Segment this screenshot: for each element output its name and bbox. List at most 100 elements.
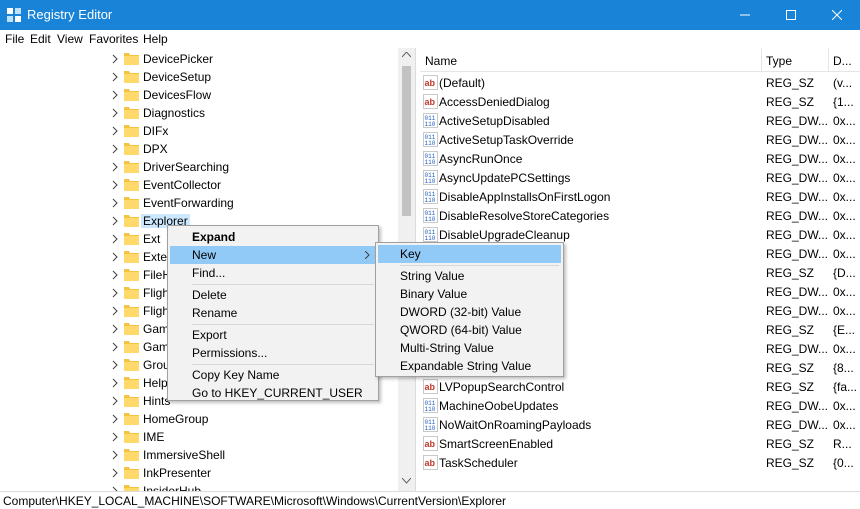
menu-item-permissions[interactable]: Permissions... bbox=[170, 344, 376, 362]
column-type[interactable]: Type bbox=[766, 54, 792, 68]
menu-item-find[interactable]: Find... bbox=[170, 264, 376, 282]
chevron-right-icon[interactable] bbox=[110, 144, 120, 154]
string-value-icon: ab bbox=[423, 379, 438, 394]
minimize-button[interactable] bbox=[722, 0, 768, 30]
value-row[interactable]: 011 110 ActiveSetupDisabled REG_DW... 0x... bbox=[420, 111, 860, 130]
scroll-down-icon[interactable] bbox=[402, 478, 411, 484]
minimize-icon bbox=[740, 14, 750, 16]
menu-item-string-value[interactable]: String Value bbox=[378, 267, 561, 285]
menu-view[interactable]: View bbox=[57, 32, 83, 46]
chevron-right-icon[interactable] bbox=[110, 270, 120, 280]
menu-item-label: String Value bbox=[400, 269, 465, 283]
menu-help[interactable]: Help bbox=[143, 32, 168, 46]
chevron-right-icon[interactable] bbox=[110, 90, 120, 100]
value-row[interactable]: 011 110 AsyncRunOnce REG_DW... 0x... bbox=[420, 149, 860, 168]
tree-item-devicepicker[interactable]: DevicePicker bbox=[0, 50, 415, 68]
chevron-right-icon[interactable] bbox=[110, 234, 120, 244]
column-data[interactable]: D... bbox=[833, 54, 852, 68]
chevron-right-icon[interactable] bbox=[110, 72, 120, 82]
tree-item-insiderhub[interactable]: InsiderHub bbox=[0, 482, 415, 491]
menu-file[interactable]: File bbox=[5, 32, 24, 46]
chevron-right-icon[interactable] bbox=[110, 288, 120, 298]
menu-item-label: New bbox=[192, 248, 217, 262]
value-name: DisableAppInstallsOnFirstLogon bbox=[439, 190, 611, 204]
menu-item-rename[interactable]: Rename bbox=[170, 304, 376, 322]
value-name: NoWaitOnRoamingPayloads bbox=[439, 418, 592, 432]
chevron-right-icon[interactable] bbox=[110, 378, 120, 388]
value-row[interactable]: 011 110 ActiveSetupTaskOverride REG_DW... 0x… bbox=[420, 130, 860, 149]
tree-item-inkpresenter[interactable]: InkPresenter bbox=[0, 464, 415, 482]
menu-item-export[interactable]: Export bbox=[170, 326, 376, 344]
menu-item-key[interactable]: Key bbox=[378, 245, 561, 263]
value-row[interactable]: 011 110 NoWaitOnRoamingPayloads REG_DW... 0x… bbox=[420, 415, 860, 434]
chevron-right-icon[interactable] bbox=[110, 396, 120, 406]
value-row[interactable]: ab LVPopupSearchControl REG_SZ {fa... bbox=[420, 377, 860, 396]
chevron-right-icon[interactable] bbox=[110, 360, 120, 370]
menu-edit[interactable]: Edit bbox=[30, 32, 51, 46]
value-row[interactable]: 011 110 DisableAppInstallsOnFirstLogon REG_… bbox=[420, 187, 860, 206]
chevron-right-icon[interactable] bbox=[110, 54, 120, 64]
chevron-right-icon[interactable] bbox=[110, 468, 120, 478]
scroll-thumb[interactable] bbox=[402, 66, 411, 216]
tree-item-label: InkPresenter bbox=[143, 466, 212, 480]
tree-item-eventcollector[interactable]: EventCollector bbox=[0, 176, 415, 194]
chevron-right-icon[interactable] bbox=[110, 162, 120, 172]
chevron-right-icon[interactable] bbox=[110, 216, 120, 226]
menu-bar: File Edit View Favorites Help bbox=[0, 30, 860, 48]
tree-item-devicesflow[interactable]: DevicesFlow bbox=[0, 86, 415, 104]
chevron-right-icon[interactable] bbox=[110, 450, 120, 460]
menu-item-binary-value[interactable]: Binary Value bbox=[378, 285, 561, 303]
menu-item-delete[interactable]: Delete bbox=[170, 286, 376, 304]
menu-item-qword-64-bit-value[interactable]: QWORD (64-bit) Value bbox=[378, 321, 561, 339]
chevron-right-icon[interactable] bbox=[110, 342, 120, 352]
folder-icon bbox=[124, 125, 139, 137]
menu-item-new[interactable]: New bbox=[170, 246, 376, 264]
chevron-right-icon[interactable] bbox=[110, 432, 120, 442]
tree-item-driversearching[interactable]: DriverSearching bbox=[0, 158, 415, 176]
value-row[interactable]: ab (Default) REG_SZ (v... bbox=[420, 73, 860, 92]
tree-item-immersiveshell[interactable]: ImmersiveShell bbox=[0, 446, 415, 464]
chevron-right-icon[interactable] bbox=[110, 126, 120, 136]
tree-item-devicesetup[interactable]: DeviceSetup bbox=[0, 68, 415, 86]
tree-item-diagnostics[interactable]: Diagnostics bbox=[0, 104, 415, 122]
svg-text:110: 110 bbox=[425, 235, 436, 242]
chevron-right-icon[interactable] bbox=[110, 198, 120, 208]
tree-item-eventforwarding[interactable]: EventForwarding bbox=[0, 194, 415, 212]
scroll-up-icon[interactable] bbox=[402, 52, 411, 58]
chevron-right-icon[interactable] bbox=[110, 180, 120, 190]
menu-favorites[interactable]: Favorites bbox=[89, 32, 138, 46]
menu-item-label: Rename bbox=[192, 306, 238, 320]
menu-item-copy-key-name[interactable]: Copy Key Name bbox=[170, 366, 376, 384]
svg-text:110: 110 bbox=[425, 159, 436, 166]
maximize-button[interactable] bbox=[768, 0, 814, 30]
menu-item-label: Go to HKEY_CURRENT_USER bbox=[192, 386, 363, 400]
status-bar: Computer\HKEY_LOCAL_MACHINE\SOFTWARE\Mic… bbox=[0, 491, 860, 509]
value-row[interactable]: ab AccessDeniedDialog REG_SZ {1... bbox=[420, 92, 860, 111]
tree-item-homegroup[interactable]: HomeGroup bbox=[0, 410, 415, 428]
value-row[interactable]: ab TaskScheduler REG_SZ {0... bbox=[420, 453, 860, 472]
value-row[interactable]: 011 110 DisableResolveStoreCategories REG_D… bbox=[420, 206, 860, 225]
tree-item-difx[interactable]: DIFx bbox=[0, 122, 415, 140]
close-button[interactable] bbox=[814, 0, 860, 30]
chevron-right-icon[interactable] bbox=[110, 108, 120, 118]
tree-item-dpx[interactable]: DPX bbox=[0, 140, 415, 158]
menu-item-label: Key bbox=[400, 247, 421, 261]
chevron-right-icon[interactable] bbox=[110, 306, 120, 316]
folder-icon bbox=[124, 359, 139, 371]
menu-item-go-to-hkey-current-user[interactable]: Go to HKEY_CURRENT_USER bbox=[170, 384, 376, 402]
column-name[interactable]: Name bbox=[425, 54, 457, 68]
menu-item-multi-string-value[interactable]: Multi-String Value bbox=[378, 339, 561, 357]
chevron-right-icon[interactable] bbox=[110, 252, 120, 262]
value-name: DisableUpgradeCleanup bbox=[439, 228, 570, 242]
value-name: SmartScreenEnabled bbox=[439, 437, 554, 451]
chevron-right-icon[interactable] bbox=[110, 414, 120, 424]
menu-item-dword-32-bit-value[interactable]: DWORD (32-bit) Value bbox=[378, 303, 561, 321]
menu-item-expandable-string-value[interactable]: Expandable String Value bbox=[378, 357, 561, 375]
value-name: AsyncRunOnce bbox=[439, 152, 523, 166]
menu-item-expand[interactable]: Expand bbox=[170, 228, 376, 246]
value-row[interactable]: 011 110 AsyncUpdatePCSettings REG_DW... 0x..… bbox=[420, 168, 860, 187]
value-row[interactable]: 011 110 MachineOobeUpdates REG_DW... 0x... bbox=[420, 396, 860, 415]
chevron-right-icon[interactable] bbox=[110, 324, 120, 334]
value-row[interactable]: ab SmartScreenEnabled REG_SZ R... bbox=[420, 434, 860, 453]
tree-item-ime[interactable]: IME bbox=[0, 428, 415, 446]
